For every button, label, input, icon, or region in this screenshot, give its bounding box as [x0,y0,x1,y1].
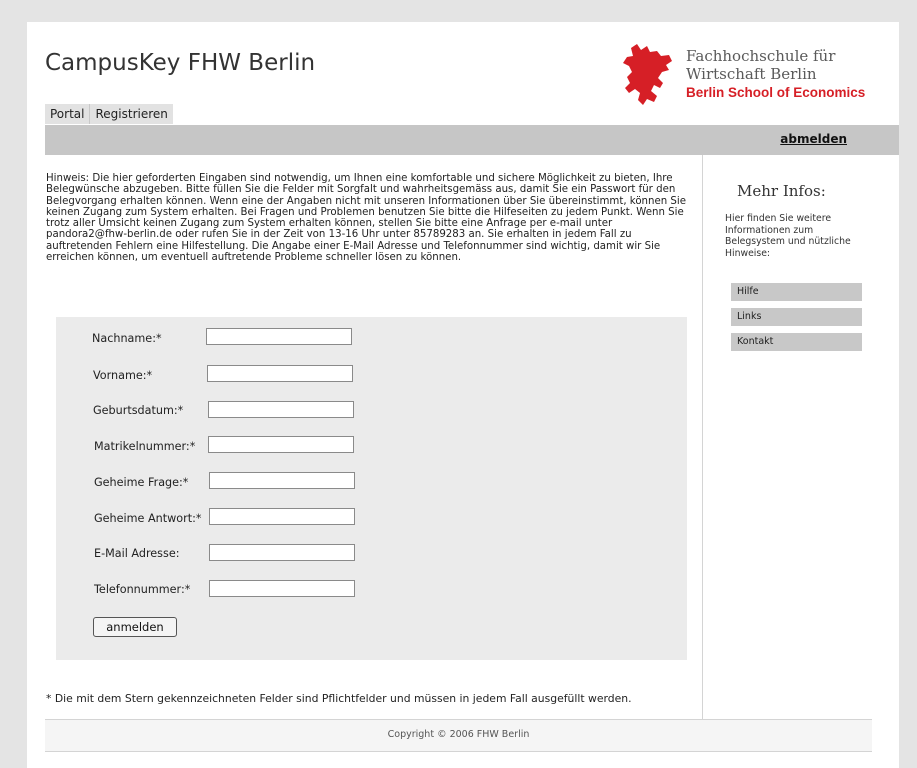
notice-text: Hinweis: Die hier geforderten Eingaben s… [46,173,686,264]
required-footnote: * Die mit dem Stern gekennzeichneten Fel… [46,692,632,705]
secret-answer-label: Geheime Antwort:* [94,512,202,525]
sidebar-divider [702,155,703,720]
logo-line1: Fachhochschule für [686,47,836,65]
tab-registrieren[interactable]: Registrieren [89,104,172,124]
logo-line3: Berlin School of Economics [686,85,866,100]
matriculation-label: Matrikelnummer:* [94,440,196,453]
registration-form: Nachname:* Vorname:* Geburtsdatum:* Matr… [56,317,687,660]
logo-line2: Wirtschaft Berlin [686,65,817,83]
copyright-text: Copyright © 2006 FHW Berlin [387,729,530,740]
logout-link[interactable]: abmelden [780,132,847,146]
secret-answer-input[interactable] [209,508,355,525]
sidebar-title: Mehr Infos: [737,182,826,200]
footer: Copyright © 2006 FHW Berlin [45,719,872,752]
lastname-input[interactable] [206,328,352,345]
sidebar-item-kontakt[interactable]: Kontakt [731,333,862,351]
berlin-bear-icon [623,44,672,105]
app-title: CampusKey FHW Berlin [45,50,316,76]
submit-button[interactable]: anmelden [93,617,177,637]
birthdate-label: Geburtsdatum:* [93,404,184,417]
firstname-label: Vorname:* [93,369,153,382]
birthdate-input[interactable] [208,401,354,418]
secret-question-input[interactable] [209,472,355,489]
sidebar-description: Hier finden Sie weitere Informationen zu… [725,213,851,259]
sidebar-item-hilfe[interactable]: Hilfe [731,283,862,301]
page-container: CampusKey FHW Berlin Fachhochschule für … [27,22,899,768]
secret-question-label: Geheime Frage:* [94,476,189,489]
email-label: E-Mail Adresse: [94,547,180,560]
phone-input[interactable] [209,580,355,597]
lastname-label: Nachname:* [92,332,162,345]
tab-portal[interactable]: Portal [45,104,89,124]
matriculation-input[interactable] [208,436,354,453]
institution-logo: Fachhochschule für Wirtschaft Berlin Ber… [686,47,865,102]
email-input[interactable] [209,544,355,561]
top-bar: abmelden [45,125,899,155]
nav-tabs: Portal Registrieren [45,104,173,124]
sidebar-item-links[interactable]: Links [731,308,862,326]
firstname-input[interactable] [207,365,353,382]
phone-label: Telefonnummer:* [94,583,191,596]
